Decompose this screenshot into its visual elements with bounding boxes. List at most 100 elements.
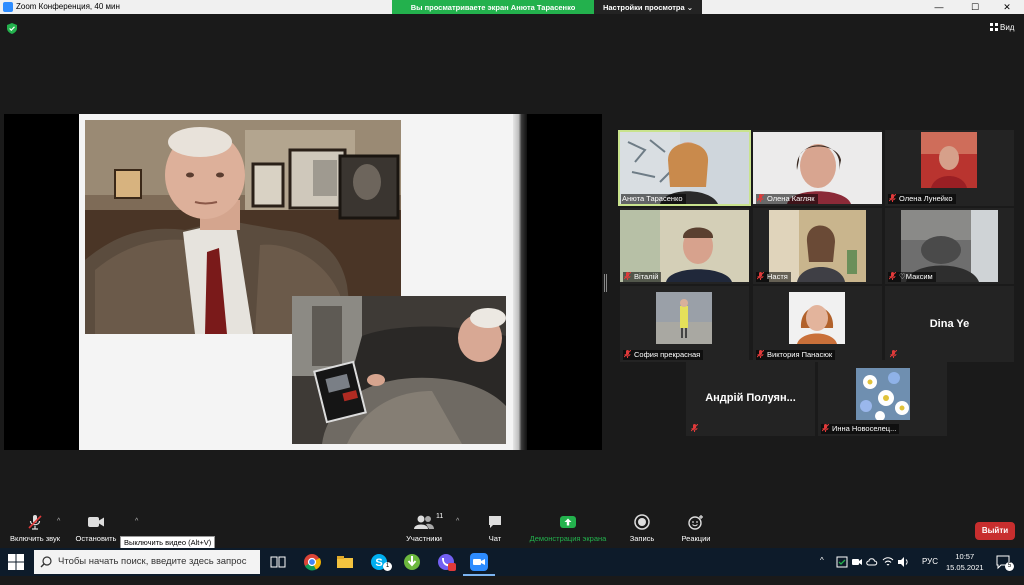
taskbar-clock[interactable]: 10:57 15.05.2021 (946, 551, 984, 573)
video-tile[interactable]: Настя (753, 208, 882, 284)
video-tile[interactable]: Виктория Панасюк (753, 286, 882, 362)
video-tile[interactable]: Олена Кагляк (753, 130, 882, 206)
reactions-icon (688, 515, 703, 530)
participants-label: Участники (406, 534, 442, 543)
leave-meeting-button[interactable]: Выйти (975, 522, 1015, 540)
file-explorer-icon[interactable] (335, 552, 355, 572)
slide-edge (513, 114, 527, 450)
participant-name: Олена Лунейко (888, 194, 956, 204)
participants-count: 11 (436, 513, 444, 520)
torrent-icon[interactable] (402, 552, 422, 572)
view-layout-button[interactable]: Вид (990, 23, 1014, 32)
mic-muted-icon (757, 272, 764, 280)
participants-icon (414, 515, 434, 529)
search-icon (40, 556, 52, 568)
mic-muted-icon (757, 194, 764, 202)
volume-icon[interactable] (897, 556, 909, 568)
heart-icon: ♡ (899, 272, 906, 281)
participant-name: Виктория Панасюк (756, 350, 836, 360)
participant-display-name: Dina Ye (929, 318, 970, 330)
video-tile[interactable]: Андрій Полуян... (686, 360, 815, 436)
video-tile[interactable]: ♡Максим (885, 208, 1014, 284)
chat-icon (489, 516, 501, 528)
chrome-icon[interactable] (302, 552, 322, 572)
participant-video (789, 292, 845, 344)
video-tile[interactable]: Dina Ye (885, 286, 1014, 362)
unmute-button[interactable]: Включить звук (6, 514, 64, 543)
view-label: Вид (1000, 23, 1015, 32)
participant-video (656, 292, 712, 344)
reactions-label: Реакции (681, 534, 711, 543)
video-tile[interactable]: Анюта Тарасенко (618, 130, 751, 206)
notifications-count: 5 (1005, 562, 1014, 571)
mic-muted-icon (624, 350, 631, 358)
view-options-label: Настройки просмотра (602, 3, 685, 12)
mic-muted-icon (757, 350, 764, 358)
minimize-button[interactable]: — (922, 0, 956, 14)
wifi-icon[interactable] (882, 556, 894, 568)
stop-video-button[interactable]: Остановить (72, 514, 120, 543)
meeting-area: Вид Анюта Тарасенко Олена Кагляк Олена Л… (0, 14, 1024, 544)
participant-name: Віталій (623, 272, 662, 282)
video-tile[interactable]: Инна Новоселец... (818, 360, 947, 436)
shared-screen[interactable] (4, 114, 602, 450)
chat-button[interactable]: Чат (480, 514, 510, 543)
share-screen-icon (560, 516, 576, 528)
participant-video (856, 368, 910, 420)
stop-video-label: Остановить (75, 534, 117, 543)
chevron-down-icon: ⌄ (686, 3, 694, 12)
input-language[interactable]: РУС (922, 557, 938, 585)
mic-muted-icon (691, 424, 698, 432)
video-tile[interactable]: София прекрасная (620, 286, 749, 362)
participant-name: Инна Новоселец... (821, 424, 900, 434)
window-title: Zoom Конференция, 40 мин (16, 2, 120, 11)
search-placeholder: Чтобы начать поиск, введите здесь запрос (58, 556, 247, 567)
skype-badge: 1 (383, 562, 392, 571)
record-label: Запись (629, 534, 655, 543)
clock-date: 15.05.2021 (946, 563, 984, 572)
viewing-share-label: Вы просматриваете экран Анюта Тарасенко (392, 0, 594, 15)
mic-muted-icon (889, 272, 896, 280)
presentation-slide (79, 114, 515, 450)
task-view-icon[interactable] (268, 552, 288, 572)
unmute-label: Включить звук (9, 534, 61, 543)
mic-muted-icon (889, 194, 896, 202)
zoom-taskbar-icon[interactable] (469, 552, 489, 572)
zoom-tray-icon[interactable] (851, 556, 863, 568)
participant-video (921, 132, 977, 188)
chat-label: Чат (488, 534, 502, 543)
participants-options-caret[interactable]: ^ (456, 518, 459, 525)
grid-icon (990, 23, 998, 31)
windows-start-icon[interactable] (8, 554, 24, 570)
taskbar-search-input[interactable]: Чтобы начать поиск, введите здесь запрос (34, 550, 260, 574)
svg-text:S: S (375, 557, 382, 569)
participant-display-name: Андрій Полуян... (705, 392, 796, 404)
tray-app-icon[interactable] (836, 556, 848, 568)
mic-muted-icon (890, 350, 897, 358)
share-screen-label: Демонстрация экрана (529, 534, 607, 543)
windows-taskbar: Чтобы начать поиск, введите здесь запрос… (0, 548, 1024, 576)
shield-check-icon[interactable] (7, 23, 17, 34)
record-icon (634, 514, 650, 530)
reactions-button[interactable]: Реакции (676, 514, 716, 543)
participant-name: София прекрасная (623, 350, 704, 360)
share-screen-button[interactable]: Демонстрация экрана (525, 514, 611, 543)
participant-name: Настя (756, 272, 791, 282)
audio-options-caret[interactable]: ^ (57, 518, 60, 525)
cloud-icon[interactable] (866, 556, 878, 568)
mic-muted-icon (28, 515, 42, 530)
participant-name: Анюта Тарасенко (621, 194, 686, 204)
maximize-button[interactable]: ☐ (958, 0, 992, 14)
clock-time: 10:57 (955, 552, 975, 561)
reading-photo (292, 296, 506, 444)
splitter-handle[interactable] (604, 274, 607, 292)
view-options-button[interactable]: Настройки просмотра ⌄ (594, 0, 702, 15)
video-options-caret[interactable]: ^ (135, 518, 138, 525)
video-tile[interactable]: Віталій (620, 208, 749, 284)
tray-overflow-caret[interactable]: ^ (820, 556, 824, 584)
video-tile[interactable]: Олена Лунейко (885, 130, 1014, 206)
record-button[interactable]: Запись (624, 514, 660, 543)
viber-notification-badge (448, 563, 456, 571)
close-button[interactable]: ✕ (990, 0, 1024, 14)
share-banner: Вы просматриваете экран Анюта Тарасенко … (392, 0, 702, 15)
